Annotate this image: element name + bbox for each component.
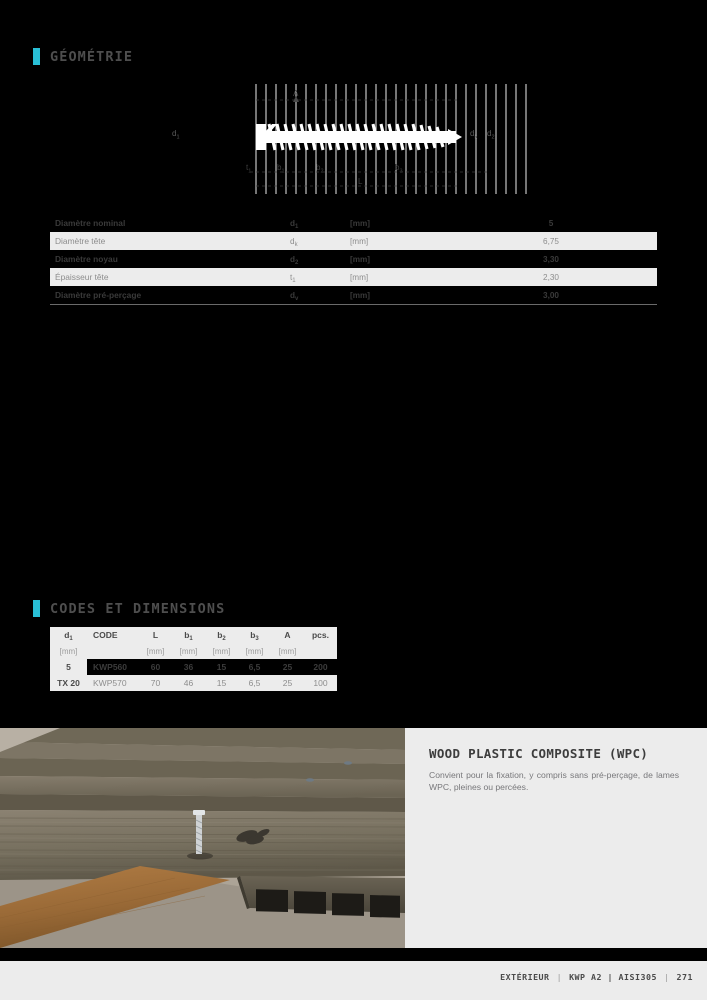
geo-unit: [mm] (350, 286, 445, 305)
cell-pcs: 200 (304, 659, 337, 675)
geo-value: 3,00 (445, 286, 657, 305)
footer-product: KWP A2 | AISI305 (569, 972, 657, 982)
geo-label: Diamètre pré-perçage (50, 286, 290, 305)
cell-L: 70 (139, 675, 172, 691)
geo-value: 6,75 (445, 232, 657, 250)
unit-b1: [mm] (172, 643, 205, 659)
geo-unit: [mm] (350, 214, 445, 232)
geo-unit: [mm] (350, 268, 445, 286)
table-row: Diamètre tête dk [mm] 6,75 (50, 232, 657, 250)
footer-separator: | (664, 972, 670, 982)
unit-d1: [mm] (50, 643, 87, 659)
geometry-heading-label: GÉOMÉTRIE (50, 48, 134, 65)
col-header-code: CODE (87, 627, 139, 643)
col-header-pcs: pcs. (304, 627, 337, 643)
footer-separator: | (556, 972, 563, 982)
cell-A: 25 (271, 675, 304, 691)
codes-table-body: 5 KWP560 60 36 15 6,5 25 200 TX 20 KWP57… (50, 659, 337, 691)
footer-page-number: 271 (676, 972, 693, 982)
unit-L: [mm] (139, 643, 172, 659)
codes-units-row: [mm] [mm] [mm] [mm] [mm] [mm] (50, 643, 337, 659)
codes-table-wrapper: d1 CODE L b1 b2 b3 A pcs. [mm] [mm] [mm]… (50, 627, 337, 691)
codes-heading-label: CODES ET DIMENSIONS (50, 600, 226, 617)
col-header-A: A (271, 627, 304, 643)
diagram-label-L: L (358, 177, 363, 186)
geo-unit: [mm] (350, 232, 445, 250)
diagram-label-b2: b2 (316, 163, 324, 175)
page-footer: EXTÉRIEUR | KWP A2 | AISI305 | 271 (0, 961, 707, 1000)
unit-code (87, 643, 139, 659)
geo-label: Épaisseur tête (50, 268, 290, 286)
cell-b3: 6,5 (238, 659, 271, 675)
col-header-L: L (139, 627, 172, 643)
footer-content: EXTÉRIEUR | KWP A2 | AISI305 | 271 (500, 972, 693, 982)
codes-table-head: d1 CODE L b1 b2 b3 A pcs. [mm] [mm] [mm]… (50, 627, 337, 659)
geo-unit: [mm] (350, 250, 445, 268)
unit-pcs (304, 643, 337, 659)
table-row: Diamètre pré-perçage dv [mm] 3,00 (50, 286, 657, 305)
bottom-panel: WOOD PLASTIC COMPOSITE (WPC) Convient po… (0, 728, 707, 948)
accent-bar-icon (33, 600, 40, 617)
diagram-label-t1: t1 (246, 163, 252, 175)
cell-b3: 6,5 (238, 675, 271, 691)
col-header-b2: b2 (205, 627, 238, 643)
geo-value: 5 (445, 214, 657, 232)
diagram-label-b3: b3 (395, 163, 403, 175)
geometry-table: Diamètre nominal d1 [mm] 5 Diamètre tête… (50, 214, 657, 305)
geo-symbol: dk (290, 232, 350, 250)
cell-L: 60 (139, 659, 172, 675)
codes-header-row: d1 CODE L b1 b2 b3 A pcs. (50, 627, 337, 643)
geo-label: Diamètre noyau (50, 250, 290, 268)
geometry-table-body: Diamètre nominal d1 [mm] 5 Diamètre tête… (50, 214, 657, 305)
col-header-d1: d1 (50, 627, 87, 643)
unit-b3: [mm] (238, 643, 271, 659)
col-header-b3: b3 (238, 627, 271, 643)
geo-symbol: d1 (290, 214, 350, 232)
application-photo (0, 728, 405, 948)
cell-drive: TX 20 (50, 675, 87, 691)
unit-A: [mm] (271, 643, 304, 659)
catalog-page: GÉOMÉTRIE d1 dk d2 t1 b1 b2 b3 L A Diamè… (0, 0, 707, 1000)
cell-b2: 15 (205, 659, 238, 675)
table-row: 5 KWP560 60 36 15 6,5 25 200 (50, 659, 337, 675)
geo-label: Diamètre nominal (50, 214, 290, 232)
section-heading-codes: CODES ET DIMENSIONS (33, 600, 225, 617)
geo-symbol: t1 (290, 268, 350, 286)
diagram-label-d1: d1 (172, 129, 180, 141)
diagram-label-b1: b1 (277, 163, 285, 175)
cell-code: KWP570 (87, 675, 139, 691)
info-description: Convient pour la fixation, y compris san… (429, 770, 679, 793)
unit-b2: [mm] (205, 643, 238, 659)
cell-A: 25 (271, 659, 304, 675)
table-row: TX 20 KWP570 70 46 15 6,5 25 100 (50, 675, 337, 691)
footer-category: EXTÉRIEUR (500, 972, 550, 982)
cell-b2: 15 (205, 675, 238, 691)
cell-pcs: 100 (304, 675, 337, 691)
geo-value: 2,30 (445, 268, 657, 286)
geo-label: Diamètre tête (50, 232, 290, 250)
diagram-label-dk: dk (470, 129, 478, 141)
screw-diagram: d1 dk d2 t1 b1 b2 b3 L A (160, 74, 540, 204)
cell-b1: 46 (172, 675, 205, 691)
cell-b1: 36 (172, 659, 205, 675)
codes-dimensions-table: d1 CODE L b1 b2 b3 A pcs. [mm] [mm] [mm]… (50, 627, 337, 691)
table-row: Épaisseur tête t1 [mm] 2,30 (50, 268, 657, 286)
cell-d1-value: 5 (50, 659, 87, 675)
col-header-b1: b1 (172, 627, 205, 643)
geo-value: 3,30 (445, 250, 657, 268)
section-heading-geometry: GÉOMÉTRIE (33, 48, 133, 65)
accent-bar-icon (33, 48, 40, 65)
info-block: WOOD PLASTIC COMPOSITE (WPC) Convient po… (429, 746, 679, 794)
diagram-label-A: A (293, 89, 299, 98)
cell-code: KWP560 (87, 659, 139, 675)
diagram-label-d2: d2 (487, 129, 495, 141)
table-row: Diamètre nominal d1 [mm] 5 (50, 214, 657, 232)
geo-symbol: d2 (290, 250, 350, 268)
info-title: WOOD PLASTIC COMPOSITE (WPC) (429, 746, 649, 761)
table-row: Diamètre noyau d2 [mm] 3,30 (50, 250, 657, 268)
geo-symbol: dv (290, 286, 350, 305)
